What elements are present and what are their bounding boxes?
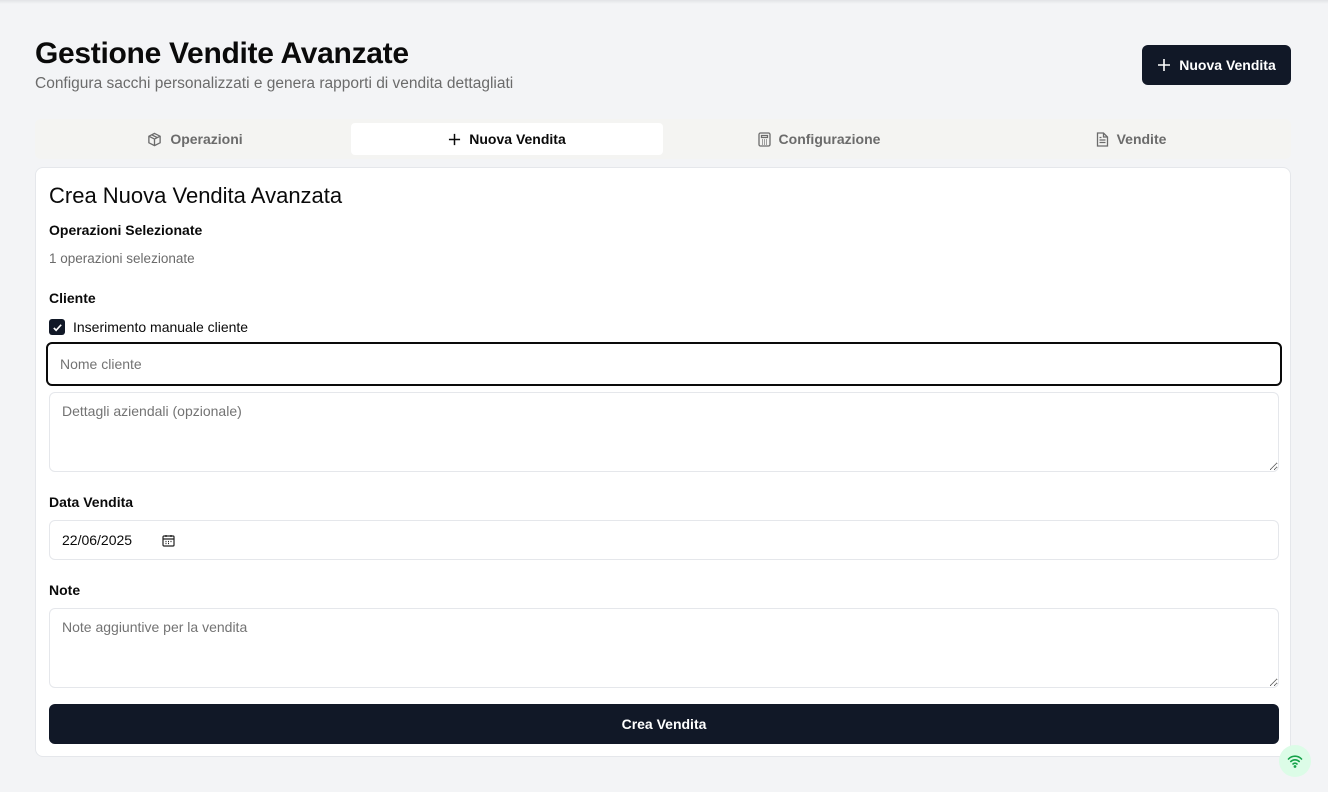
date-label: Data Vendita (49, 494, 134, 510)
check-icon (52, 323, 62, 331)
tab-configurazione[interactable]: Configurazione (663, 123, 975, 155)
tab-label: Vendite (1116, 131, 1167, 147)
tab-label: Nuova Vendita (469, 131, 566, 147)
tab-label: Configurazione (778, 131, 881, 147)
tab-nuova-vendita[interactable]: Nuova Vendita (351, 123, 663, 155)
new-sale-button[interactable]: Nuova Vendita (1142, 45, 1291, 85)
client-label: Cliente (49, 290, 96, 306)
package-icon (148, 132, 162, 146)
tab-vendite[interactable]: Vendite (975, 123, 1287, 155)
plus-icon (449, 133, 461, 145)
checkbox-checked[interactable] (49, 319, 65, 335)
tab-label: Operazioni (170, 131, 243, 147)
date-value: 22/06/2025 (62, 532, 133, 548)
page-subtitle: Configura sacchi personalizzati e genera… (35, 75, 514, 92)
connection-status-button[interactable] (1279, 745, 1311, 777)
manual-client-checkbox[interactable]: Inserimento manuale cliente (49, 319, 248, 335)
client-name-input[interactable] (46, 342, 1282, 386)
notes-label: Note (49, 582, 81, 598)
plus-icon (1158, 59, 1171, 71)
calendar-icon[interactable] (162, 534, 175, 547)
notes-textarea[interactable] (49, 608, 1279, 688)
create-sale-button[interactable]: Crea Vendita (49, 704, 1279, 744)
company-details-textarea[interactable] (49, 392, 1279, 472)
file-text-icon (1096, 131, 1108, 147)
new-sale-form-card: Crea Nuova Vendita Avanzata Operazioni S… (35, 167, 1291, 757)
checkbox-label: Inserimento manuale cliente (73, 319, 249, 335)
operations-count: 1 operazioni selezionate (49, 251, 195, 266)
new-sale-label: Nuova Vendita (1179, 57, 1276, 73)
form-title: Crea Nuova Vendita Avanzata (49, 183, 343, 208)
page-title: Gestione Vendite Avanzate (35, 37, 409, 70)
sale-date-input[interactable]: 22/06/2025 (49, 520, 1279, 560)
top-shadow (0, 0, 1328, 4)
operations-label: Operazioni Selezionate (49, 222, 203, 238)
calculator-icon (757, 131, 771, 147)
wifi-icon (1287, 755, 1303, 768)
tab-operazioni[interactable]: Operazioni (39, 123, 351, 155)
tab-bar: Operazioni Nuova Vendita Configurazione … (35, 119, 1291, 159)
